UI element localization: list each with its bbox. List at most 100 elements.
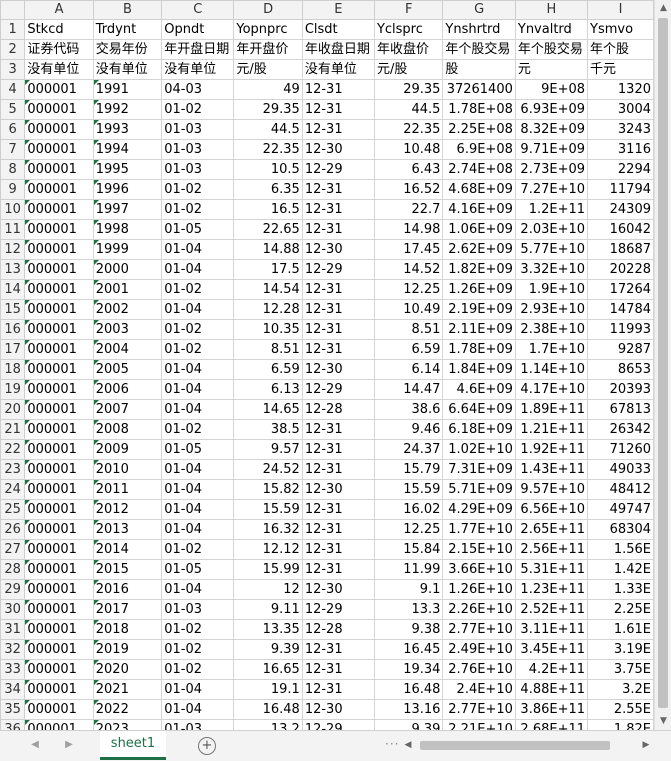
column-header-c[interactable]: C (161, 0, 235, 20)
cell[interactable]: Opndt (161, 19, 235, 40)
cell[interactable]: 2012 (92, 499, 163, 520)
cell[interactable]: 9.1 (373, 579, 444, 600)
cell[interactable]: 12-31 (301, 539, 375, 560)
row-header[interactable]: 21 (0, 419, 26, 440)
cell[interactable]: 01-04 (161, 459, 235, 480)
cell[interactable]: 01-04 (161, 519, 235, 540)
cell[interactable]: 16.52 (373, 179, 444, 200)
cell[interactable]: 9287 (587, 339, 654, 360)
cell[interactable]: 12-29 (301, 259, 375, 280)
cell[interactable]: 4.68E+09 (442, 179, 516, 200)
cell[interactable]: 2.4E+10 (442, 679, 516, 700)
cell[interactable]: 2018 (92, 619, 163, 640)
cell[interactable]: 2.49E+10 (442, 639, 516, 660)
cell[interactable]: 14.65 (233, 399, 303, 420)
row-header[interactable]: 23 (0, 459, 26, 480)
cell[interactable]: 01-02 (161, 179, 235, 200)
row-header[interactable]: 14 (0, 279, 26, 300)
cell[interactable]: 20393 (587, 379, 654, 400)
cell[interactable]: 2.76E+10 (442, 659, 516, 680)
cell[interactable]: 3116 (587, 139, 654, 160)
cell[interactable]: 22.65 (233, 219, 303, 240)
cell[interactable]: 1.61E (587, 619, 654, 640)
cell[interactable]: 16.45 (373, 639, 444, 660)
row-header[interactable]: 33 (0, 659, 26, 680)
cell[interactable]: 17.45 (373, 239, 444, 260)
cell[interactable]: 000001 (24, 699, 94, 720)
cell[interactable]: 12-28 (301, 399, 375, 420)
cell[interactable]: 2001 (92, 279, 163, 300)
cell[interactable]: 01-03 (161, 719, 235, 730)
cell[interactable]: 11.99 (373, 559, 444, 580)
cell[interactable]: 000001 (24, 599, 94, 620)
cell[interactable]: 000001 (24, 519, 94, 540)
spreadsheet-grid[interactable]: A B C D E F G H I 1 Stkcd Trdynt Opndt Yopnprc Clsdt Yc… (0, 0, 654, 730)
cell[interactable]: 2.74E+08 (442, 159, 516, 180)
next-sheet-icon[interactable]: ▶ (62, 738, 76, 752)
cell[interactable]: 年收盘日期 (301, 39, 375, 60)
cell[interactable]: 6.13 (233, 379, 303, 400)
cell[interactable]: 14.54 (233, 279, 303, 300)
cell[interactable]: 3.45E+11 (514, 639, 589, 660)
cell[interactable]: 16042 (587, 219, 654, 240)
cell[interactable]: 9.57 (233, 439, 303, 460)
cell[interactable]: 1.84E+09 (442, 359, 516, 380)
cell[interactable]: 1.77E+10 (442, 519, 516, 540)
cell[interactable]: 9.38 (373, 619, 444, 640)
row-header[interactable]: 6 (0, 119, 26, 140)
cell[interactable]: 9.39 (373, 719, 444, 730)
cell[interactable]: 2014 (92, 539, 163, 560)
cell[interactable]: 年开盘日期 (161, 39, 235, 60)
cell[interactable]: 15.59 (233, 499, 303, 520)
row-header[interactable]: 34 (0, 679, 26, 700)
cell[interactable]: 6.18E+09 (442, 419, 516, 440)
cell[interactable]: 1998 (92, 219, 163, 240)
cell[interactable]: 15.82 (233, 479, 303, 500)
cell[interactable]: 12-31 (301, 499, 375, 520)
cell[interactable]: 2008 (92, 419, 163, 440)
column-header-a[interactable]: A (24, 0, 94, 20)
row-header[interactable]: 10 (0, 199, 26, 220)
cell[interactable]: 14784 (587, 299, 654, 320)
cell[interactable]: 4.29E+09 (442, 499, 516, 520)
cell[interactable]: 没有单位 (301, 59, 375, 80)
cell[interactable]: 2.21E+10 (442, 719, 516, 730)
cell[interactable]: 12-31 (301, 439, 375, 460)
cell[interactable]: 12-29 (301, 379, 375, 400)
cell[interactable]: 49 (233, 79, 303, 100)
cell[interactable]: 8653 (587, 359, 654, 380)
cell[interactable]: 01-04 (161, 299, 235, 320)
cell[interactable]: 37261400 (442, 79, 516, 100)
cell[interactable]: 13.35 (233, 619, 303, 640)
cell[interactable]: 2016 (92, 579, 163, 600)
cell[interactable]: 000001 (24, 179, 94, 200)
cell[interactable]: 12-31 (301, 279, 375, 300)
cell[interactable]: 12-30 (301, 699, 375, 720)
row-header[interactable]: 12 (0, 239, 26, 260)
cell[interactable]: 11993 (587, 319, 654, 340)
cell[interactable]: 000001 (24, 419, 94, 440)
cell[interactable]: 没有单位 (24, 59, 94, 80)
cell[interactable]: 000001 (24, 79, 94, 100)
cell[interactable]: 1995 (92, 159, 163, 180)
cell[interactable]: 9.57E+10 (514, 479, 589, 500)
row-header[interactable]: 5 (0, 99, 26, 120)
cell[interactable]: 1.42E (587, 559, 654, 580)
cell[interactable]: 1.06E+09 (442, 219, 516, 240)
cell[interactable]: 01-05 (161, 439, 235, 460)
cell[interactable]: 2007 (92, 399, 163, 420)
cell[interactable]: 15.59 (373, 479, 444, 500)
cell[interactable]: 2009 (92, 439, 163, 460)
cell[interactable]: 1.7E+10 (514, 339, 589, 360)
cell[interactable]: 01-05 (161, 559, 235, 580)
cell[interactable]: 10.5 (233, 159, 303, 180)
cell[interactable]: 29.35 (233, 99, 303, 120)
cell[interactable]: 44.5 (373, 99, 444, 120)
cell[interactable]: 20228 (587, 259, 654, 280)
cell[interactable]: 12-31 (301, 119, 375, 140)
row-header[interactable]: 36 (0, 719, 26, 730)
cell[interactable]: 01-02 (161, 339, 235, 360)
vertical-scrollbar[interactable]: ▲ ▼ (654, 0, 671, 730)
cell[interactable]: 9.39 (233, 639, 303, 660)
cell[interactable]: 12-31 (301, 339, 375, 360)
